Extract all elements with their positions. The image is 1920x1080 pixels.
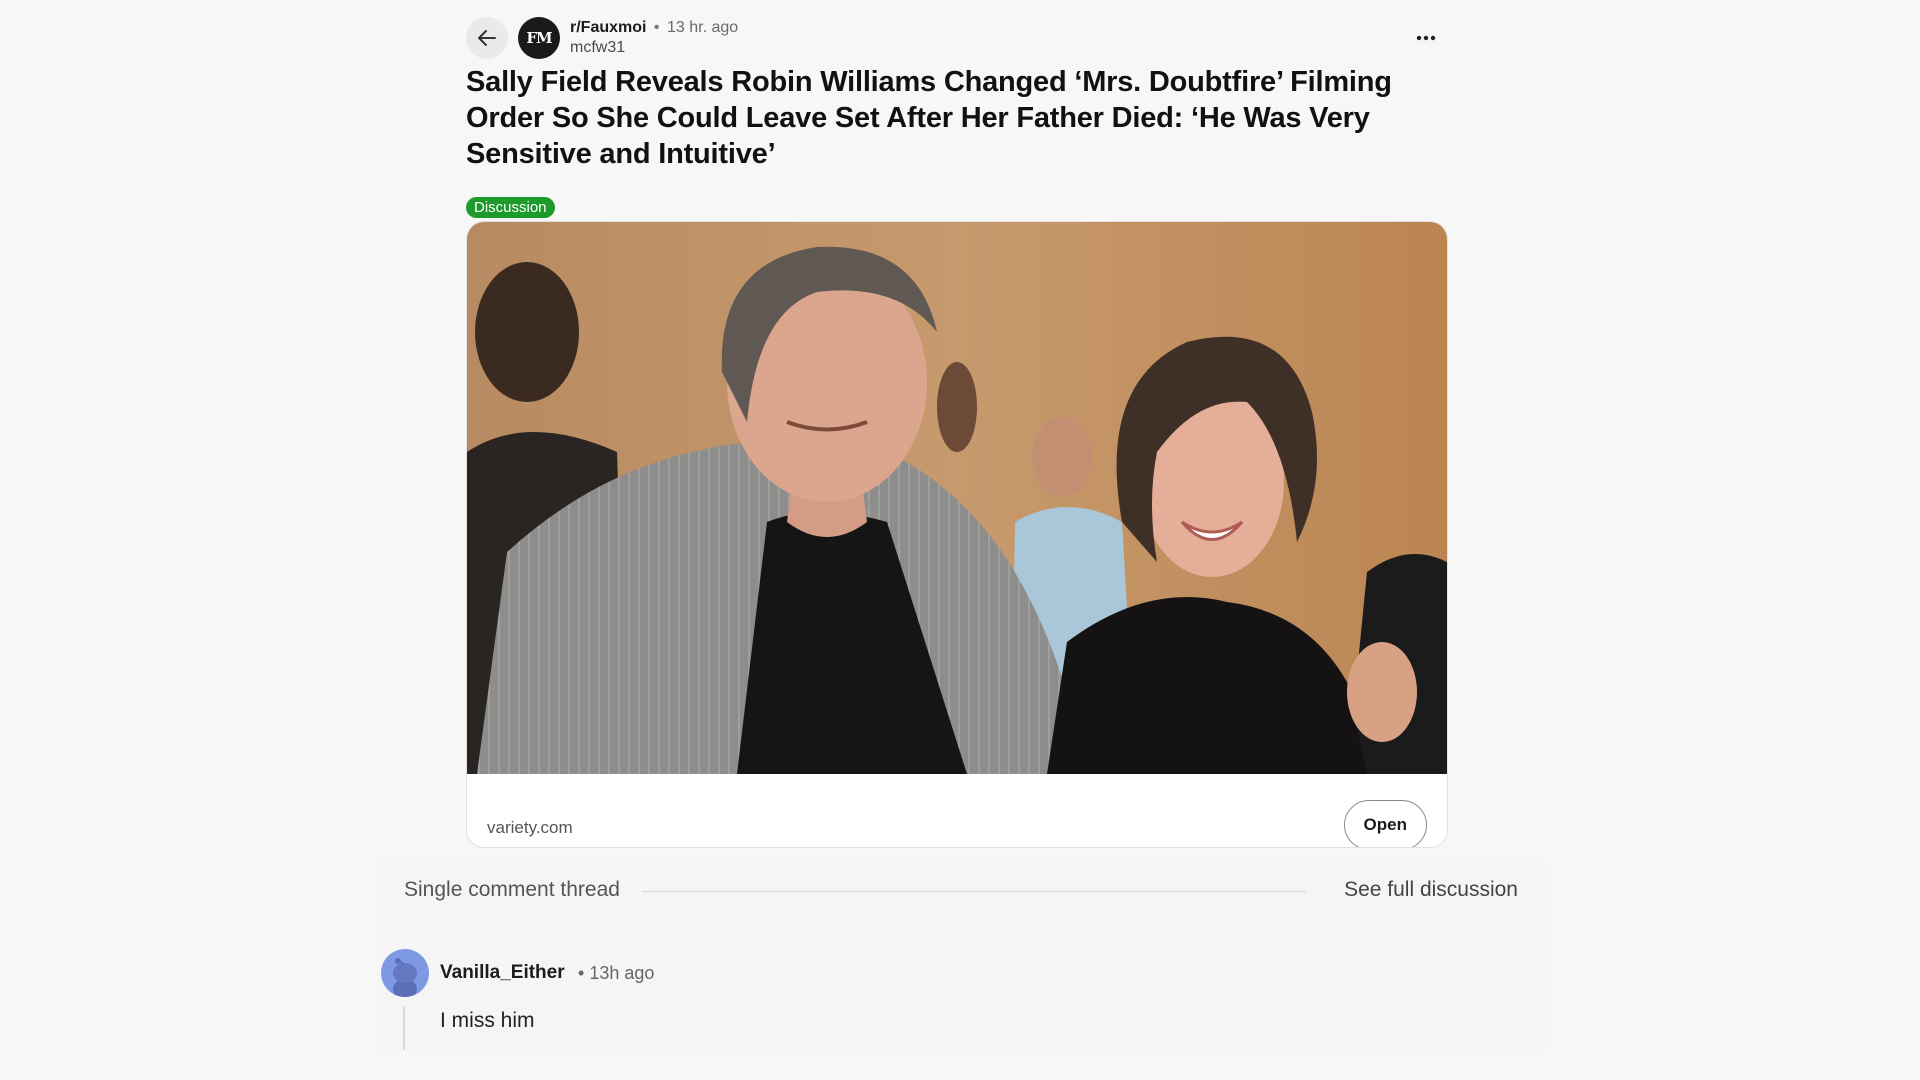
comment-thread: Single comment thread See full discussio… [376,862,1546,1050]
comment-time: • 13h ago [578,963,654,984]
post-flair[interactable]: Discussion [466,197,555,218]
back-button[interactable] [466,17,508,59]
see-full-discussion-link[interactable]: See full discussion [1344,878,1518,902]
comment-separator: • [578,963,585,983]
link-card[interactable]: variety.com Open [466,221,1448,848]
arrow-left-icon [478,30,496,46]
commenter-avatar[interactable] [381,949,429,997]
subreddit-link[interactable]: r/Fauxmoi [570,19,646,36]
thread-divider [642,891,1306,892]
article-thumbnail[interactable] [467,222,1447,774]
comment-time-text: 13h ago [589,963,655,983]
meta-separator: • [653,19,660,36]
post-title: Sally Field Reveals Robin Williams Chang… [466,66,1392,170]
thread-header: Single comment thread See full discussio… [404,878,1518,908]
snoo-avatar-icon [393,958,417,997]
post-meta: r/Fauxmoi • 13 hr. ago mcfw31 [570,18,738,58]
post-time: 13 hr. ago [666,19,739,36]
comment-thread-rail[interactable] [403,1007,405,1050]
comment-username[interactable]: Vanilla_Either [440,962,565,984]
thread-label: Single comment thread [404,878,620,901]
comment-body: I miss him [440,1009,535,1032]
more-options-button[interactable] [1412,28,1440,48]
post-author[interactable]: mcfw31 [570,38,738,58]
ellipsis-horizontal-icon [1416,35,1436,41]
open-link-button[interactable]: Open [1343,800,1427,847]
subreddit-avatar[interactable]: FM [518,17,560,59]
subreddit-avatar-text: FM [526,29,552,47]
link-domain[interactable]: variety.com [487,818,573,838]
